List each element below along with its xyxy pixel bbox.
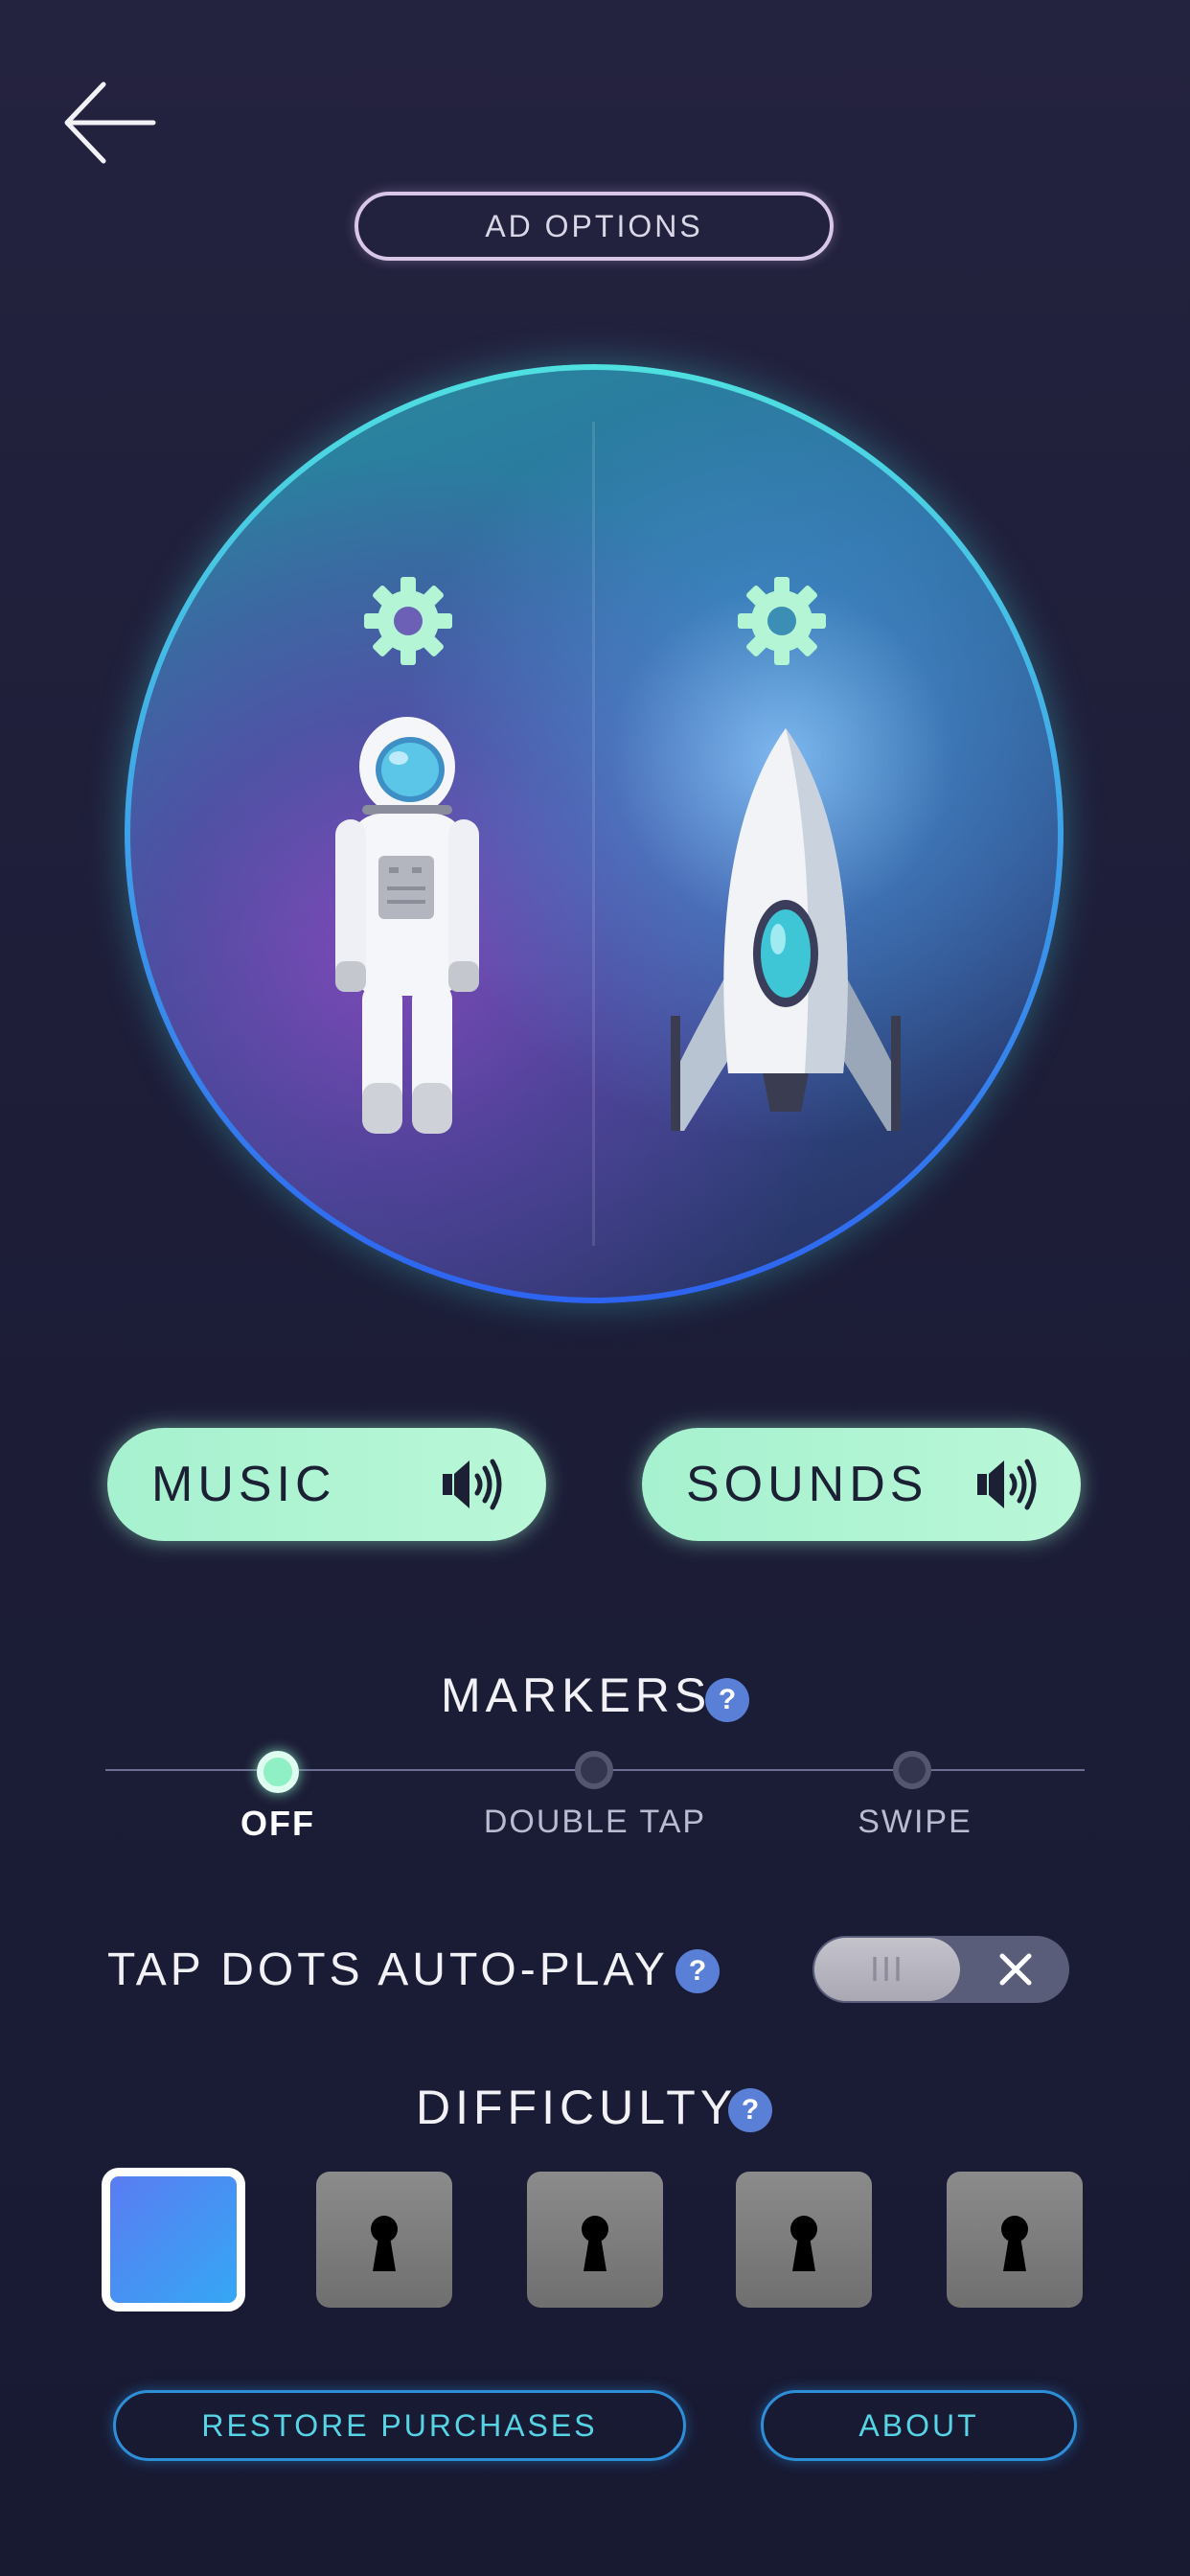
difficulty-level-4-locked[interactable] xyxy=(736,2172,872,2308)
speaker-on-icon xyxy=(977,1459,1037,1510)
tap-dots-autoplay-heading: TAP DOTS AUTO-PLAY xyxy=(107,1944,669,1995)
circle-divider xyxy=(592,422,595,1246)
restore-purchases-button[interactable]: RESTORE PURCHASES xyxy=(113,2390,686,2461)
marker-option-double-tap-label[interactable]: DOUBLE TAP xyxy=(460,1804,730,1841)
rocket-character[interactable] xyxy=(671,728,901,1131)
difficulty-level-3-locked[interactable] xyxy=(527,2172,663,2308)
keyhole-lock-icon xyxy=(371,2216,398,2271)
sounds-toggle-button[interactable]: SOUNDS xyxy=(642,1428,1081,1541)
astronaut-character[interactable] xyxy=(326,714,489,1136)
tap-dots-autoplay-toggle[interactable]: III xyxy=(812,1936,1069,2003)
back-button[interactable] xyxy=(57,75,163,171)
arrow-left-icon xyxy=(64,81,156,164)
gear-icon[interactable] xyxy=(360,573,456,669)
marker-option-swipe-label[interactable]: SWIPE xyxy=(824,1804,1006,1841)
marker-option-swipe-dot[interactable] xyxy=(893,1751,931,1789)
music-label: MUSIC xyxy=(151,1457,336,1512)
keyhole-lock-icon xyxy=(1001,2216,1028,2271)
close-icon xyxy=(999,1953,1032,1986)
difficulty-level-2-locked[interactable] xyxy=(316,2172,452,2308)
difficulty-heading: DIFFICULTY xyxy=(416,2081,738,2134)
markers-help-button[interactable]: ? xyxy=(705,1678,749,1722)
difficulty-help-button[interactable]: ? xyxy=(728,2088,772,2132)
marker-option-off-label[interactable]: OFF xyxy=(220,1804,335,1844)
difficulty-level-1[interactable] xyxy=(102,2168,245,2312)
marker-option-off-dot[interactable] xyxy=(257,1751,299,1793)
toggle-knob[interactable]: III xyxy=(814,1938,960,2001)
marker-option-double-tap-dot[interactable] xyxy=(575,1751,613,1789)
keyhole-lock-icon xyxy=(790,2216,817,2271)
gear-icon[interactable] xyxy=(734,573,830,669)
keyhole-lock-icon xyxy=(582,2216,608,2271)
about-button[interactable]: ABOUT xyxy=(761,2390,1077,2461)
sounds-label: SOUNDS xyxy=(686,1457,928,1512)
difficulty-level-5-locked[interactable] xyxy=(947,2172,1083,2308)
markers-heading: MARKERS xyxy=(441,1668,712,1722)
speaker-on-icon xyxy=(443,1459,502,1510)
tap-dots-help-button[interactable]: ? xyxy=(675,1949,720,1993)
ad-options-button[interactable]: AD OPTIONS xyxy=(355,192,834,261)
music-toggle-button[interactable]: MUSIC xyxy=(107,1428,546,1541)
